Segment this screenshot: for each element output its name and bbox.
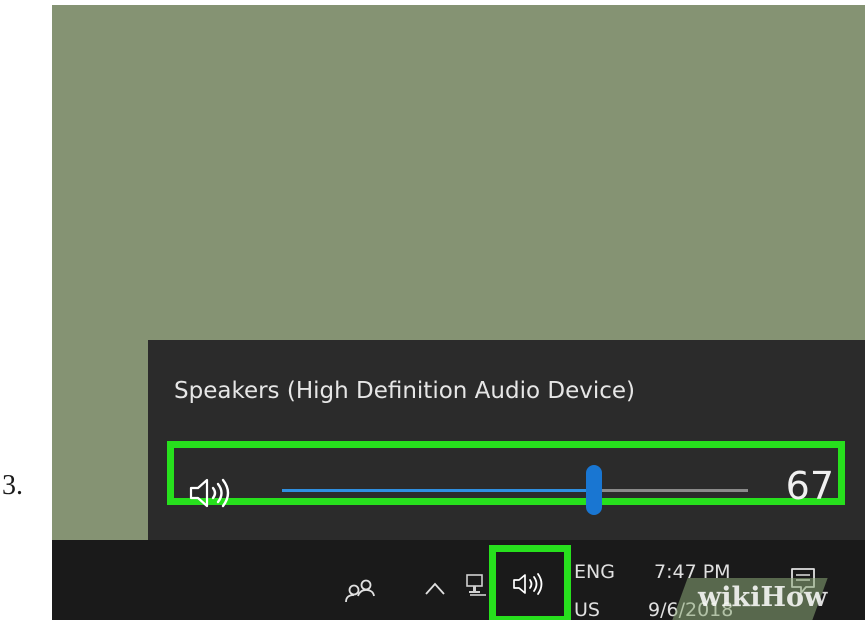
input-language[interactable]: ENG [574, 561, 615, 583]
volume-slider[interactable] [282, 465, 748, 515]
slider-highlight-box [167, 441, 845, 505]
volume-flyout: Speakers (High Definition Audio Device) … [148, 340, 865, 546]
desktop-screen: Speakers (High Definition Audio Device) … [52, 5, 865, 620]
people-icon[interactable] [344, 578, 378, 602]
watermark-logo: wikiHow [698, 582, 828, 613]
speaker-volume-icon[interactable] [188, 476, 238, 510]
volume-value: 67 [785, 464, 834, 508]
audio-device-name[interactable]: Speakers (High Definition Audio Device) [174, 378, 635, 404]
chevron-up-icon[interactable] [424, 580, 446, 596]
taskbar-volume-highlight-box [489, 545, 571, 620]
network-icon[interactable] [464, 573, 490, 599]
speaker-volume-icon[interactable] [512, 572, 550, 596]
volume-slider-fill [282, 489, 595, 492]
input-language-region[interactable]: US [574, 599, 600, 620]
volume-slider-thumb[interactable] [586, 465, 603, 515]
step-number: 3. [2, 470, 23, 501]
